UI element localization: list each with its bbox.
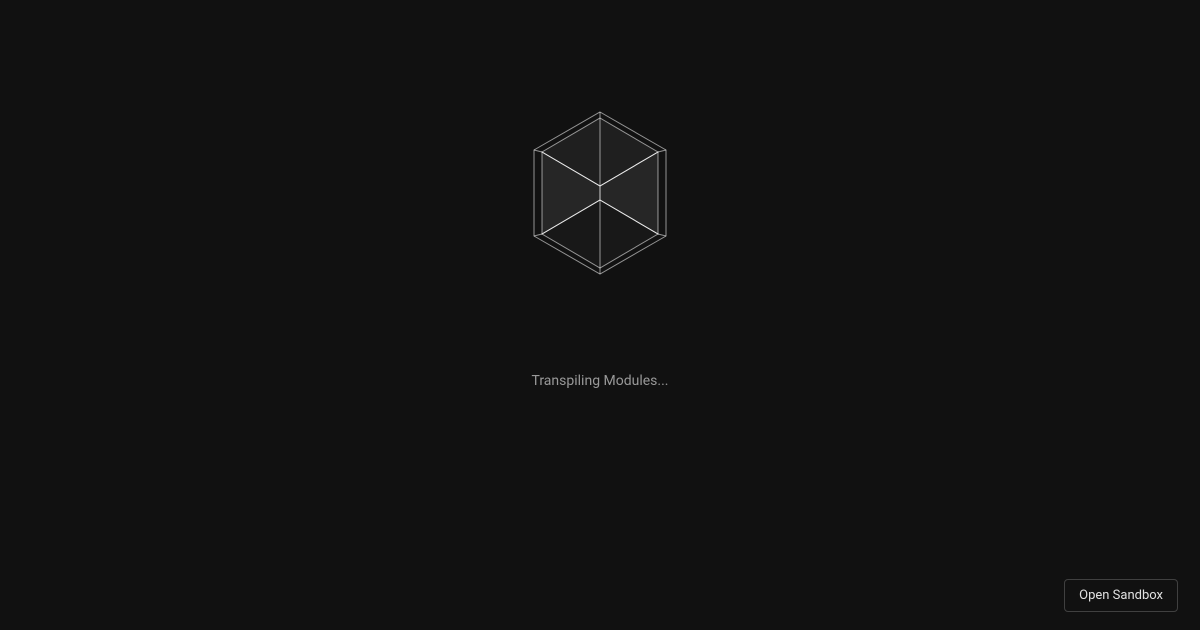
loading-screen: Transpiling Modules... xyxy=(0,0,1200,630)
open-sandbox-button[interactable]: Open Sandbox xyxy=(1064,579,1178,612)
loading-status-text: Transpiling Modules... xyxy=(532,373,669,389)
cube-icon xyxy=(530,108,670,278)
